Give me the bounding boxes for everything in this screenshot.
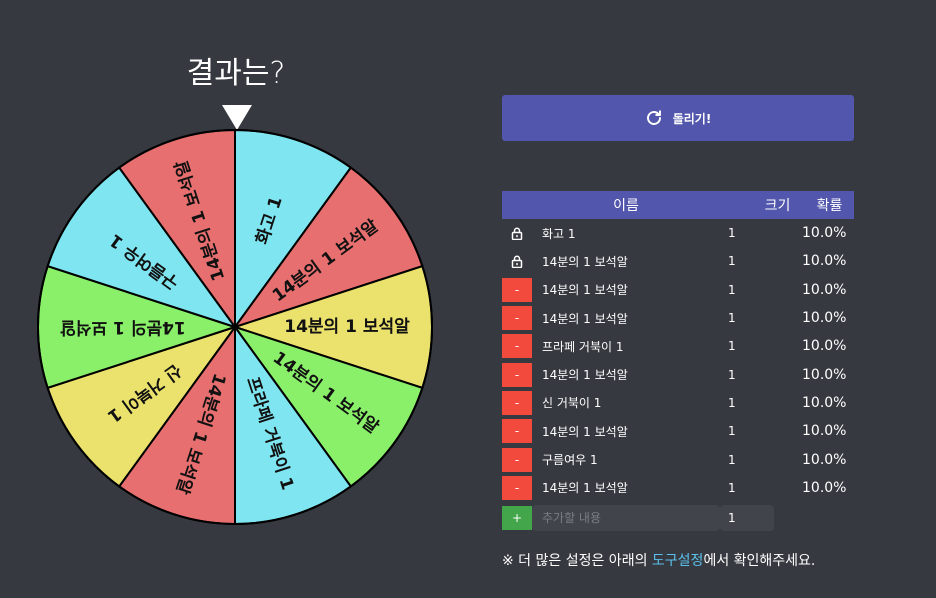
remove-row-button[interactable]: -: [502, 334, 532, 359]
lock-icon[interactable]: [502, 221, 532, 245]
row-prob: 10.0%: [802, 451, 847, 468]
table-row: -14분의 1 보석알 1 10.0%: [502, 474, 854, 502]
footer-prefix: ※ 더 많은 설정은 아래의: [502, 553, 652, 569]
row-name: 14분의 1 보석알: [542, 424, 628, 439]
row-size: 1: [728, 424, 736, 439]
row-name: 신 거북이 1: [542, 396, 602, 411]
table-row: -14분의 1 보석알 1 10.0%: [502, 360, 854, 388]
wheel-segment-label: 14분의 1 보석알: [284, 317, 410, 337]
row-name: 14분의 1 보석알: [542, 368, 628, 383]
header-name: 이름: [613, 198, 639, 214]
row-prob: 10.0%: [802, 310, 847, 327]
remove-row-button[interactable]: -: [502, 475, 532, 500]
spin-button[interactable]: 돌리기!: [502, 95, 854, 141]
table-row: - 구름여우 1 1 10.0%: [502, 445, 854, 473]
wheel-segment-label: 14분의 1 보석알: [60, 317, 186, 337]
row-size: 1: [728, 367, 736, 382]
result-title: 결과는?: [186, 56, 286, 91]
roulette-wheel[interactable]: 화고 114분의 1 보석알14분의 1 보석알14분의 1 보석알프라페 거북…: [30, 122, 440, 532]
row-name: 14분의 1 보석알: [542, 481, 628, 496]
row-name: 화고 1: [542, 226, 576, 241]
table-body: 화고 1 1 10.0% 14분의 1 보석알 1 10.0% -14분의 1 보석알 1 10…: [502, 219, 854, 502]
add-size-input[interactable]: [720, 504, 774, 531]
row-name: 프라페 거북이 1: [542, 339, 624, 354]
table-header: 이름 크기 확률: [502, 191, 854, 219]
remove-row-button[interactable]: -: [502, 277, 532, 302]
table-row: -신 거북이 1 1 10.0%: [502, 389, 854, 417]
table-row: 화고 1 1 10.0%: [502, 219, 854, 247]
remove-row-button[interactable]: -: [502, 306, 532, 331]
row-size: 1: [728, 282, 736, 297]
row-size: 1: [728, 395, 736, 410]
row-prob: 10.0%: [802, 423, 847, 440]
refresh-icon: [645, 109, 663, 127]
row-prob: 10.0%: [802, 281, 847, 298]
item-table: 이름 크기 확률 화고 1 1 10.0% 14분의 1 보석알 1 10.0% -14분의…: [502, 191, 854, 532]
remove-row-button[interactable]: -: [502, 362, 532, 387]
row-prob: 10.0%: [802, 394, 847, 411]
row-prob: 10.0%: [802, 225, 847, 242]
row-name: 14분의 1 보석알: [542, 311, 628, 326]
add-row: +: [502, 504, 854, 532]
row-size: 1: [728, 480, 736, 495]
row-name: 14분의 1 보석알: [542, 254, 628, 269]
row-size: 1: [728, 254, 736, 269]
header-size: 크기: [764, 198, 791, 214]
row-size: 1: [728, 452, 736, 467]
tool-settings-link[interactable]: 도구설정: [652, 553, 704, 569]
row-name: 구름여우 1: [542, 453, 598, 468]
remove-row-button[interactable]: -: [502, 390, 532, 415]
row-prob: 10.0%: [802, 479, 847, 496]
lock-icon[interactable]: [502, 249, 532, 273]
remove-row-button[interactable]: -: [502, 419, 532, 444]
table-row: -14분의 1 보석알 1 10.0%: [502, 304, 854, 332]
row-size: 1: [728, 226, 736, 241]
remove-row-button[interactable]: -: [502, 447, 532, 472]
row-prob: 10.0%: [802, 338, 847, 355]
table-row: - 프라페 거북이 1 1 10.0%: [502, 332, 854, 360]
row-prob: 10.0%: [802, 253, 847, 270]
row-size: 1: [728, 311, 736, 326]
table-row: -14분의 1 보석알 1 10.0%: [502, 276, 854, 304]
table-row: 14분의 1 보석알 1 10.0%: [502, 247, 854, 275]
row-size: 1: [728, 339, 736, 354]
row-name: 14분의 1 보석알: [542, 283, 628, 298]
header-prob: 확률: [816, 198, 843, 214]
footer-suffix: 에서 확인해주세요.: [703, 553, 816, 569]
add-name-input[interactable]: [532, 504, 720, 531]
footer-note: ※ 더 많은 설정은 아래의 도구설정에서 확인해주세요.: [502, 550, 815, 570]
spin-button-label: 돌리기!: [672, 111, 712, 126]
table-row: -14분의 1 보석알 1 10.0%: [502, 417, 854, 445]
add-button[interactable]: +: [502, 505, 532, 530]
row-prob: 10.0%: [802, 366, 847, 383]
